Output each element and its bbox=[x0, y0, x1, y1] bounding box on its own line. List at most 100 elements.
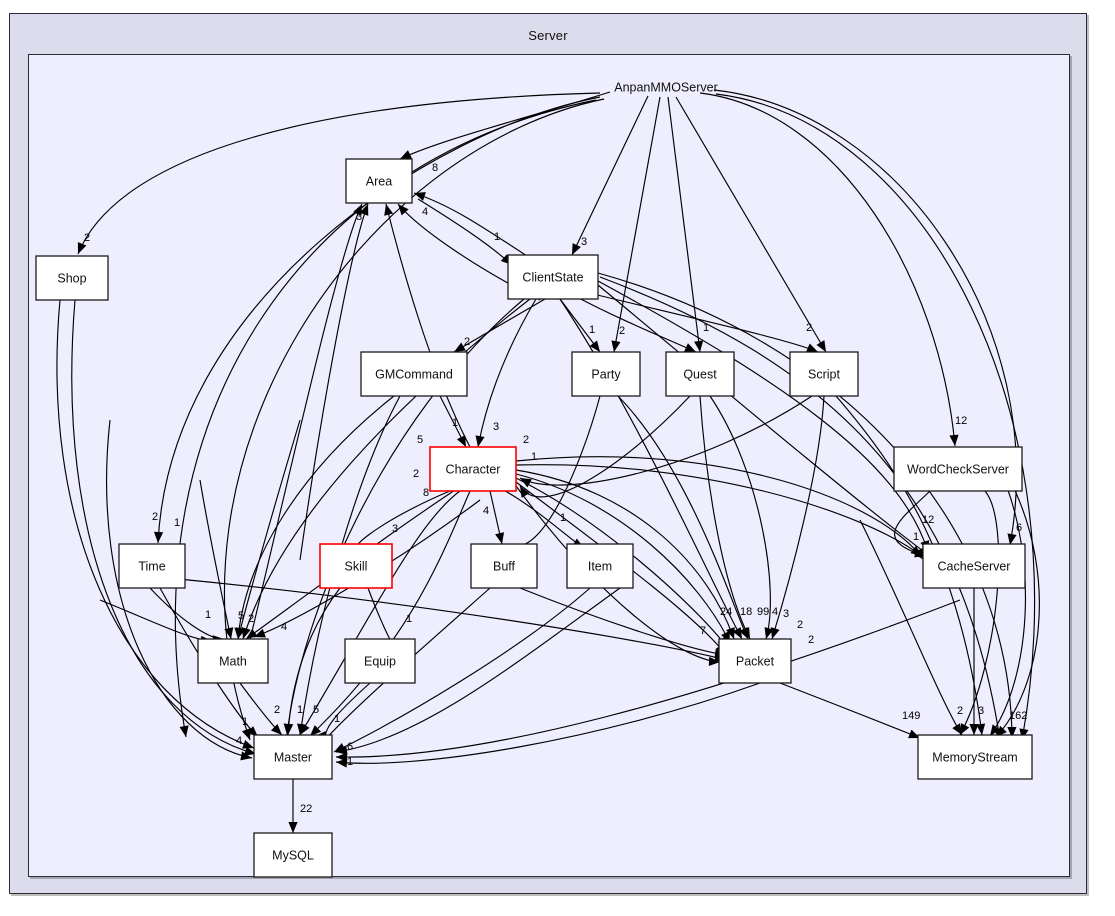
dependency-edge bbox=[771, 395, 825, 640]
dependency-edge bbox=[597, 280, 929, 553]
arrowhead bbox=[224, 627, 234, 639]
edge-label: 6 bbox=[1016, 522, 1022, 534]
node-label: Math bbox=[219, 654, 247, 668]
edge-label: 3 bbox=[783, 608, 789, 620]
edge-label: 22 bbox=[300, 803, 312, 815]
graph-node-skill[interactable]: Skill bbox=[319, 543, 393, 589]
edge-label: 4 bbox=[772, 606, 778, 618]
dependency-edge bbox=[77, 92, 601, 255]
graph-node-clientstate[interactable]: ClientState bbox=[507, 254, 599, 300]
graph-node-wordcheckserver[interactable]: WordCheckServer bbox=[893, 446, 1023, 492]
graph-node-master[interactable]: Master bbox=[253, 734, 333, 780]
arrowhead bbox=[520, 486, 530, 498]
edge-label: 1 bbox=[703, 322, 709, 334]
edge-label: 1 bbox=[242, 716, 248, 728]
node-label: Skill bbox=[345, 559, 368, 573]
edge-label: 3 bbox=[493, 421, 499, 433]
edge-label: 1 bbox=[494, 231, 500, 243]
node-label: ClientState bbox=[522, 270, 583, 284]
edge-label: 1 bbox=[347, 756, 353, 768]
edge-label: 1 bbox=[334, 713, 340, 725]
edge-label: 1 bbox=[174, 517, 180, 529]
arrowhead bbox=[770, 627, 780, 639]
graph-node-item[interactable]: Item bbox=[566, 543, 634, 589]
graph-node-memorystream[interactable]: MemoryStream bbox=[917, 734, 1033, 780]
node-label: MySQL bbox=[272, 848, 314, 862]
edge-label: 1 bbox=[406, 613, 412, 625]
dependency-edge bbox=[519, 395, 813, 486]
edge-label: 2 bbox=[413, 468, 419, 480]
arrowhead bbox=[969, 724, 979, 735]
edge-label: 8 bbox=[432, 162, 438, 174]
graph-node-script[interactable]: Script bbox=[789, 351, 859, 397]
node-label: Buff bbox=[493, 559, 516, 573]
graph-node-buff[interactable]: Buff bbox=[470, 543, 538, 589]
graph-node-root[interactable]: AnpanMMOServer bbox=[614, 80, 718, 94]
graph-node-shop[interactable]: Shop bbox=[35, 255, 109, 301]
node-label: Shop bbox=[57, 271, 86, 285]
edge-label: 18 bbox=[740, 606, 752, 618]
dependency-edge bbox=[71, 299, 257, 755]
edge-label: 99 bbox=[757, 606, 769, 618]
edge-label: 4 bbox=[422, 206, 428, 218]
graph-node-time[interactable]: Time bbox=[118, 543, 186, 589]
graph-node-equip[interactable]: Equip bbox=[344, 638, 416, 684]
edge-label: 2 bbox=[152, 511, 158, 523]
dependency-edge bbox=[335, 599, 961, 758]
dependency-edge bbox=[237, 395, 395, 640]
edge-label: 4 bbox=[236, 735, 242, 747]
graph-node-mysql[interactable]: MySQL bbox=[253, 832, 333, 878]
arrowhead-layer bbox=[77, 150, 1029, 833]
edge-label: 4 bbox=[281, 621, 287, 633]
edge-label: 162 bbox=[1009, 710, 1027, 722]
graph-node-quest[interactable]: Quest bbox=[665, 351, 735, 397]
node-label: WordCheckServer bbox=[907, 462, 1009, 476]
dependency-edge bbox=[675, 96, 827, 353]
graph-node-math[interactable]: Math bbox=[197, 638, 269, 684]
dependency-edge bbox=[106, 419, 253, 759]
graph-node-gmcommand[interactable]: GMCommand bbox=[360, 351, 468, 397]
edge-label: 2 bbox=[274, 704, 280, 716]
dependency-graph: AnpanMMOServer Area Shop ClientState GMComma… bbox=[35, 80, 1040, 878]
dependency-edge bbox=[149, 587, 225, 640]
node-label: Master bbox=[274, 750, 312, 764]
dependency-edge bbox=[324, 682, 371, 744]
arrowhead bbox=[952, 723, 962, 735]
graph-node-party[interactable]: Party bbox=[571, 351, 641, 397]
arrowhead bbox=[1007, 533, 1017, 545]
dependency-edge bbox=[613, 96, 661, 353]
graph-node-area[interactable]: Area bbox=[345, 158, 413, 204]
dependency-edge bbox=[995, 479, 1040, 738]
edge-label: 2 bbox=[797, 619, 803, 631]
edge-label: 2 bbox=[248, 613, 254, 625]
dependency-edge bbox=[989, 469, 1026, 737]
edge-label: 1 bbox=[560, 512, 566, 524]
arrowhead bbox=[949, 434, 959, 446]
dependency-edge bbox=[597, 272, 1013, 739]
dependency-edge bbox=[709, 395, 771, 640]
edge-label: 3 bbox=[356, 211, 362, 223]
edge-label: 5 bbox=[313, 704, 319, 716]
arrowhead bbox=[242, 739, 254, 749]
edge-label: 1 bbox=[913, 531, 919, 543]
arrowhead bbox=[254, 628, 266, 638]
graph-node-packet[interactable]: Packet bbox=[718, 638, 792, 684]
arrowhead bbox=[288, 822, 298, 833]
dependency-edge bbox=[385, 203, 471, 448]
edge-label: 3 bbox=[392, 523, 398, 535]
edge-label: 3 bbox=[581, 236, 587, 248]
arrowhead bbox=[495, 532, 505, 544]
edge-label: 2 bbox=[806, 322, 812, 334]
dependency-edge bbox=[599, 276, 1001, 741]
node-label: AnpanMMOServer bbox=[614, 80, 718, 94]
graph-node-character[interactable]: Character bbox=[429, 446, 517, 492]
graph-node-cacheserver[interactable]: CacheServer bbox=[922, 543, 1026, 589]
node-label: Script bbox=[808, 367, 840, 381]
edge-label: 4 bbox=[483, 505, 489, 517]
edge-label: 1 bbox=[452, 417, 458, 429]
arrowhead bbox=[179, 725, 189, 737]
edge-label: 24 bbox=[720, 606, 732, 618]
edge-label: 8 bbox=[423, 487, 429, 499]
node-label: Packet bbox=[736, 654, 775, 668]
edge-label: 12 bbox=[955, 415, 967, 427]
